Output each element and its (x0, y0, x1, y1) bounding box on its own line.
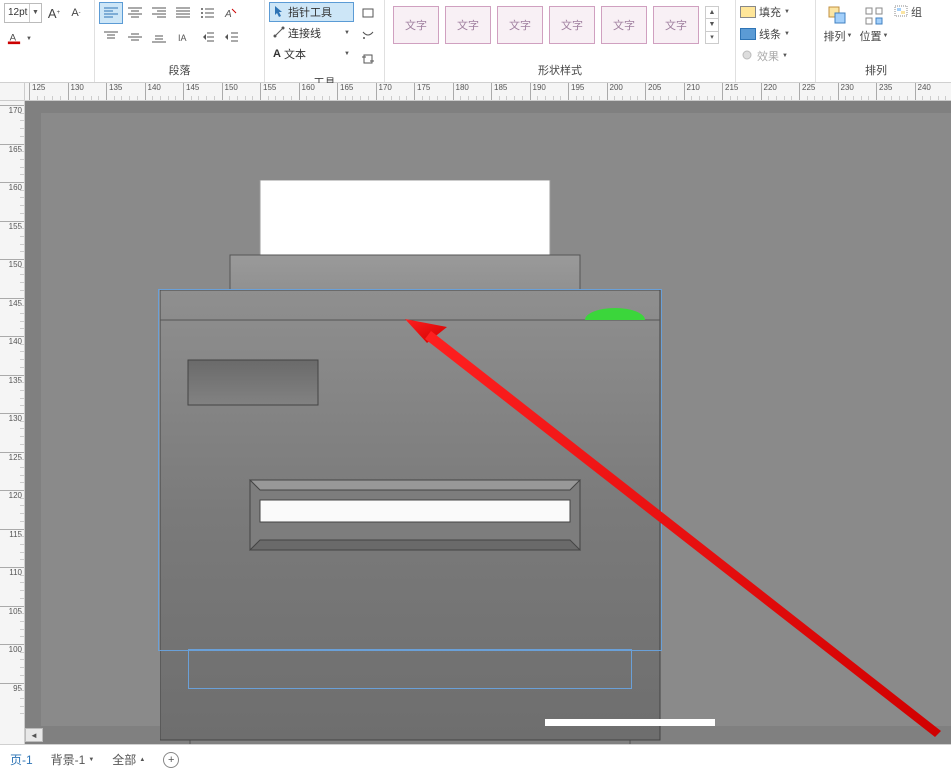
pointer-tool-button[interactable]: 指针工具 (269, 2, 354, 22)
dropdown-icon[interactable]: ▼ (344, 51, 350, 57)
all-tab[interactable]: 全部 ▲ (112, 751, 145, 768)
dropdown-icon[interactable]: ▼ (88, 757, 94, 763)
font-group: 12pt▼ A+ A- A ▼ (0, 0, 95, 82)
align-center-button[interactable] (123, 2, 147, 24)
dropdown-icon: ▼ (782, 53, 788, 59)
align-right-button[interactable] (147, 2, 171, 24)
fill-button[interactable]: 填充 ▼ (740, 2, 790, 22)
scroll-up-icon[interactable]: ▲ (706, 7, 718, 19)
connector-icon (273, 26, 285, 41)
style-swatch[interactable]: 文字 (445, 6, 491, 44)
effect-icon (740, 49, 754, 64)
text-tool-button[interactable]: A 文本 ▼ (269, 44, 354, 64)
ribbon-toolbar: 12pt▼ A+ A- A ▼ (0, 0, 951, 83)
valign-middle-button[interactable] (123, 26, 147, 48)
drawing-canvas[interactable] (25, 101, 951, 744)
svg-text:A: A (224, 9, 232, 19)
dropdown-icon[interactable]: ▼ (26, 36, 32, 42)
vertical-ruler: 1701651601551501451401351301251201151101… (0, 101, 25, 744)
group-label: 排列 (816, 60, 936, 82)
scroll-left-button[interactable]: ◄ (25, 728, 43, 742)
style-swatch[interactable]: 文字 (549, 6, 595, 44)
ellipse-tool-button[interactable] (356, 25, 380, 47)
font-color-button[interactable]: A (4, 28, 24, 48)
group-label: 段落 (95, 60, 264, 82)
line-button[interactable]: 线条 ▼ (740, 24, 790, 44)
bullet-list-button[interactable] (195, 2, 219, 24)
increase-font-button[interactable]: A+ (44, 3, 64, 23)
dropdown-icon[interactable]: ▼ (883, 33, 889, 39)
svg-text:IA: IA (178, 33, 187, 43)
fill-icon (740, 6, 756, 18)
dropdown-icon[interactable]: ▼ (847, 33, 853, 39)
expand-icon[interactable]: ▾ (706, 32, 718, 43)
shape-styles-group: 文字 文字 文字 文字 文字 文字 ▲ ▼ ▾ 形状样式 (385, 0, 736, 82)
connector-tool-button[interactable]: 连接线 ▼ (269, 23, 354, 43)
arrange-group: 排列▼ 位置▼ 组 排列 (816, 0, 936, 82)
page-edge (545, 719, 715, 726)
style-swatch[interactable]: 文字 (497, 6, 543, 44)
add-page-button[interactable]: + (163, 752, 179, 768)
text-icon: A (273, 48, 281, 60)
dropdown-icon[interactable]: ▼ (784, 9, 790, 15)
style-gallery-nav[interactable]: ▲ ▼ ▾ (705, 6, 719, 44)
effect-button: 效果 ▼ (740, 46, 788, 66)
group-label: 形状样式 (385, 60, 735, 82)
printer-shape[interactable] (160, 180, 690, 744)
workspace: 1251301351401451501551601651701751801851… (0, 83, 951, 744)
group-label (0, 76, 94, 82)
tools-group: 指针工具 连接线 ▼ A 文本 ▼ (265, 0, 385, 82)
page-tab[interactable]: 页-1 (10, 751, 33, 768)
clear-format-button[interactable]: A (219, 2, 243, 24)
dropdown-icon[interactable]: ▼ (29, 4, 41, 22)
dropdown-icon[interactable]: ▼ (344, 30, 350, 36)
arrange-icon (826, 4, 850, 28)
status-bar: 页-1 背景-1 ▼ 全部 ▲ + (0, 744, 951, 774)
line-icon (740, 28, 756, 40)
align-justify-button[interactable] (171, 2, 195, 24)
scroll-down-icon[interactable]: ▼ (706, 19, 718, 31)
style-swatch[interactable]: 文字 (393, 6, 439, 44)
valign-bottom-button[interactable] (147, 26, 171, 48)
position-icon (862, 4, 886, 28)
increase-indent-button[interactable] (219, 26, 243, 48)
font-size-input[interactable]: 12pt▼ (4, 3, 42, 23)
horizontal-ruler: 1251301351401451501551601651701751801851… (25, 83, 951, 101)
arrange-button[interactable]: 排列▼ (820, 2, 856, 44)
rectangle-tool-button[interactable] (356, 2, 380, 24)
background-tab[interactable]: 背景-1 ▼ (51, 751, 95, 768)
align-left-button[interactable] (99, 2, 123, 24)
ruler-corner (0, 83, 25, 101)
position-button[interactable]: 位置▼ (856, 2, 892, 44)
dropdown-icon[interactable]: ▼ (784, 31, 790, 37)
crop-tool-button[interactable] (356, 48, 380, 70)
group-icon (894, 5, 908, 20)
style-swatch[interactable]: 文字 (653, 6, 699, 44)
paragraph-group: A IA 段落 (95, 0, 265, 82)
valign-top-button[interactable] (99, 26, 123, 48)
group-label (736, 76, 815, 82)
group-button[interactable]: 组 (894, 2, 922, 22)
rotate-text-button[interactable]: IA (171, 26, 195, 48)
decrease-font-button[interactable]: A- (66, 3, 86, 23)
dropdown-icon[interactable]: ▲ (139, 757, 145, 763)
decrease-indent-button[interactable] (195, 26, 219, 48)
fill-line-group: 填充 ▼ 线条 ▼ 效果 ▼ (736, 0, 816, 82)
pointer-icon (273, 5, 285, 20)
style-swatch[interactable]: 文字 (601, 6, 647, 44)
